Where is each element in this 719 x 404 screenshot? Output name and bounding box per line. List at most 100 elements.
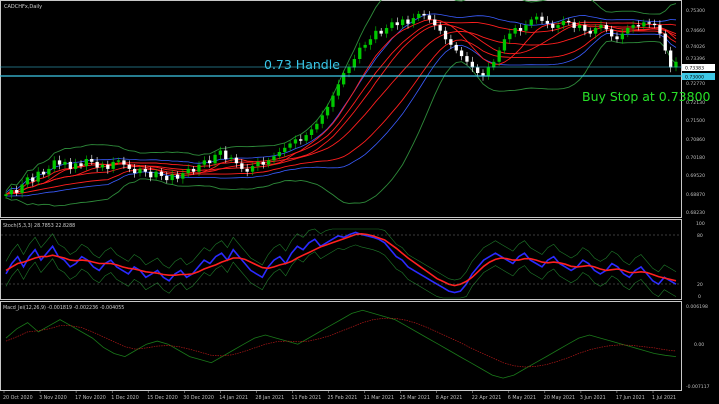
candle-body <box>331 95 335 107</box>
candle-body <box>63 161 67 165</box>
candle-body <box>561 20 566 26</box>
candle-body <box>535 16 539 20</box>
candle-body <box>116 160 121 162</box>
date-tick-label: 3 Jun 2021 <box>580 395 606 401</box>
candle-body <box>41 171 46 175</box>
trading-chart[interactable]: CADCHFx,Daily 0.73 Handle Buy Stop at 0.… <box>0 0 719 404</box>
candle-body <box>577 25 582 28</box>
price-tick: 0.70180 <box>686 155 705 161</box>
stoch-tick: 100 <box>696 221 705 227</box>
candle-body <box>240 163 244 169</box>
candle-body <box>465 56 469 62</box>
candle-body <box>427 15 432 20</box>
candle-body <box>658 25 662 34</box>
candle-body <box>443 30 448 40</box>
macd-tick: 0.006198 <box>686 304 708 310</box>
candle-body <box>127 164 131 169</box>
candle-body <box>486 67 490 76</box>
candle-body <box>143 168 147 172</box>
stoch-tick: 0 <box>698 294 701 300</box>
candle-body <box>197 164 201 172</box>
bollinger-upper-line <box>5 0 677 192</box>
candle-body <box>79 163 83 167</box>
candle-body <box>615 36 619 40</box>
candle-body <box>626 28 630 34</box>
date-tick-label: 17 Nov 2020 <box>75 395 106 401</box>
candle-body <box>674 61 678 68</box>
stoch-tick: 80 <box>697 233 703 239</box>
candle-body <box>320 115 324 124</box>
candle-body <box>411 18 415 24</box>
candle-body <box>90 159 94 162</box>
candle-body <box>304 135 308 141</box>
candle-body <box>529 19 533 26</box>
candle-body <box>669 50 673 68</box>
candle-body <box>15 190 19 193</box>
candle-body <box>336 84 340 96</box>
candle-body <box>325 106 330 116</box>
stochastic-layer <box>5 228 677 299</box>
candle-body <box>604 25 608 30</box>
price-tick: 0.73396 <box>686 56 705 62</box>
candle-body <box>315 123 319 130</box>
candle-body <box>74 163 78 169</box>
candle-body <box>36 171 40 182</box>
date-tick-label: 6 May 2021 <box>508 395 536 401</box>
candle-body <box>636 25 641 27</box>
candle-body <box>631 25 635 28</box>
candle-body <box>438 25 442 31</box>
candle-body <box>422 13 426 16</box>
candle-body <box>363 44 367 48</box>
macd-layer <box>5 309 677 379</box>
candle-body <box>261 161 265 165</box>
candle-body <box>170 174 174 181</box>
macd-panel[interactable] <box>0 301 682 391</box>
date-tick-label: 1 Jul 2021 <box>652 395 676 401</box>
candle-body <box>309 129 314 135</box>
date-tick-label: 17 Jun 2021 <box>616 395 645 401</box>
candle-body <box>556 25 560 28</box>
date-tick-label: 20 Oct 2020 <box>3 395 33 401</box>
candle-body <box>154 171 158 178</box>
price-tick: 0.74026 <box>686 44 705 50</box>
candle-body <box>395 22 399 26</box>
stoch-tick: 20 <box>697 282 703 288</box>
price-tag-1: 0.73383 <box>685 66 704 72</box>
macd-main-line <box>5 309 677 379</box>
macd-tick: -0.007117 <box>686 384 710 390</box>
candle-body <box>379 30 383 34</box>
price-tick: 0.69520 <box>686 173 705 179</box>
candle-body <box>358 47 362 59</box>
stoch-lower-range-line <box>5 244 677 299</box>
candle-body <box>4 194 8 196</box>
price-tick: 0.72130 <box>686 100 705 106</box>
stochastic-panel[interactable] <box>0 219 682 300</box>
candle-body <box>234 157 239 164</box>
date-tick-label: 11 Feb 2021 <box>291 395 321 401</box>
date-tick-label: 28 Jan 2021 <box>255 395 284 401</box>
candle-body <box>518 28 523 31</box>
candle-body <box>567 20 571 23</box>
price-tick: 0.74660 <box>686 28 705 34</box>
price-tick: 0.70860 <box>686 137 705 143</box>
candle-body <box>299 139 303 141</box>
candle-body <box>25 177 30 185</box>
price-tag-2: 0.73000 <box>685 75 704 81</box>
candle-body <box>368 39 373 45</box>
candle-body <box>191 168 196 172</box>
candle-body <box>342 73 346 85</box>
stoch-label: Stoch(5,3,3) 28.7853 22.8288 <box>3 223 75 229</box>
candle-body <box>352 59 356 68</box>
date-tick-label: 8 Apr 2021 <box>436 395 463 401</box>
price-tick: 0.75300 <box>686 8 705 14</box>
candle-body <box>202 160 206 165</box>
candle-body <box>459 50 464 57</box>
candle-body <box>390 22 394 28</box>
candle-body <box>502 39 507 51</box>
macd-label: Macd_Jei(12,26,9) -0.001819 -0.002236 -0… <box>3 305 124 311</box>
stoch-main-line <box>5 231 677 294</box>
candle-body <box>229 157 233 159</box>
date-tick-label: 1 Dec 2020 <box>111 395 139 401</box>
candle-body <box>175 174 180 179</box>
candle-body <box>433 19 437 26</box>
